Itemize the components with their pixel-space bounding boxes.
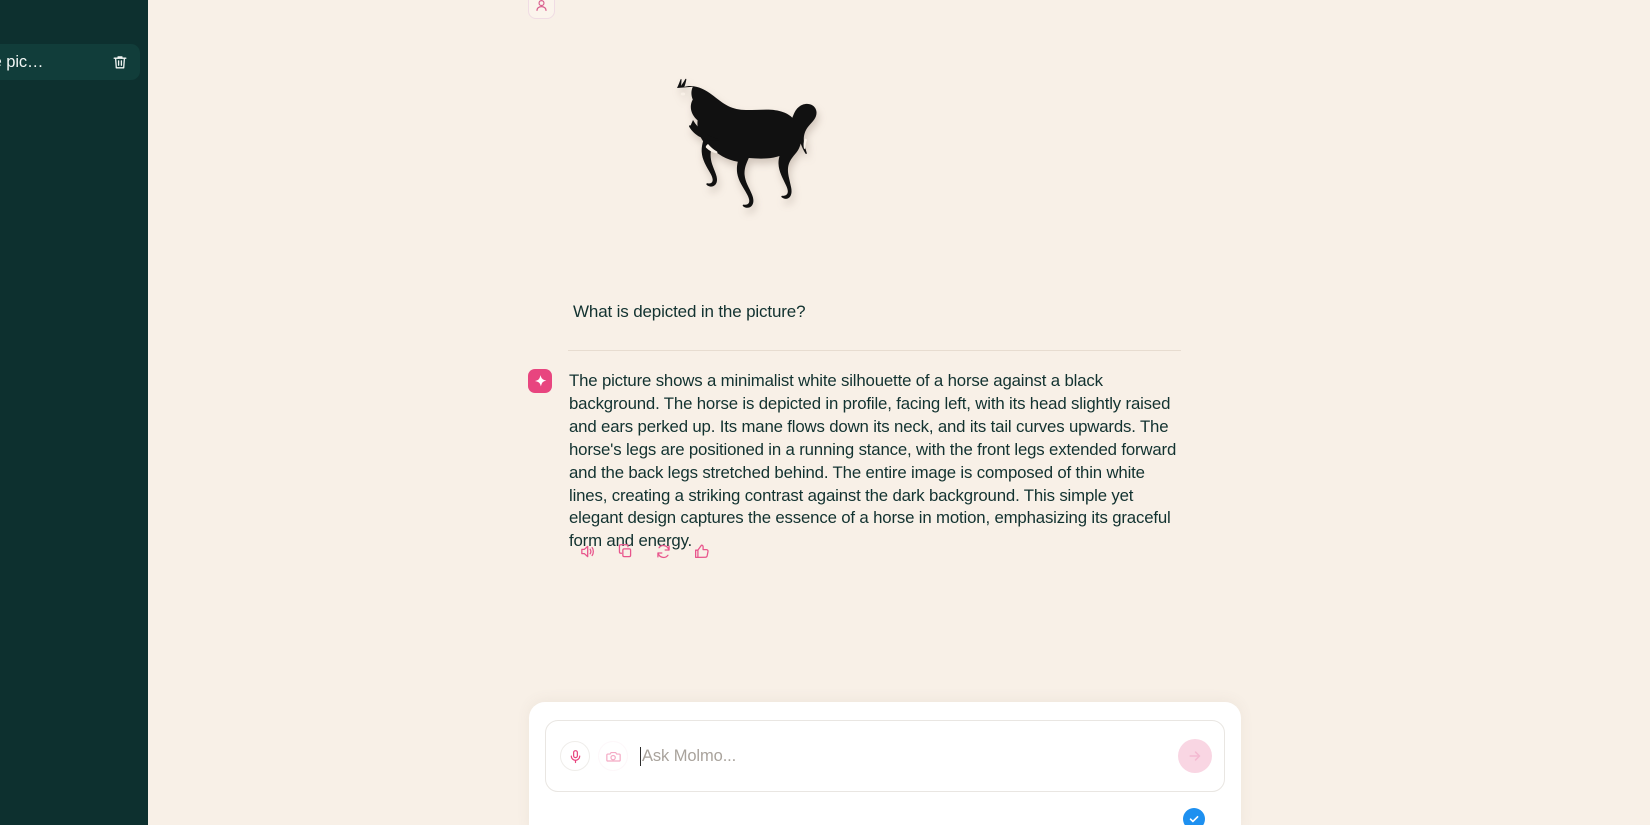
composer-text-area[interactable]: Ask Molmo... [636, 721, 1210, 791]
microphone-icon[interactable] [560, 741, 590, 771]
composer-input-shell[interactable]: Ask Molmo... [545, 720, 1225, 792]
person-icon [536, 0, 547, 11]
arrow-right-icon [1189, 751, 1201, 761]
camera-icon[interactable] [598, 741, 628, 771]
message-divider [568, 350, 1181, 351]
refresh-icon[interactable] [651, 539, 675, 563]
message-actions [575, 539, 713, 563]
sparkle-icon [534, 374, 546, 386]
check-icon [1189, 815, 1199, 823]
sidebar-chat-label: in the pic… [0, 52, 44, 71]
composer-panel: Ask Molmo... [529, 702, 1241, 825]
horse-silhouette-image [677, 78, 817, 208]
composer-placeholder: Ask Molmo... [642, 746, 737, 765]
user-avatar [528, 0, 555, 19]
speaker-icon[interactable] [575, 539, 599, 563]
main-content: What is depicted in the picture? The pic… [148, 0, 1650, 825]
assistant-avatar [528, 369, 552, 393]
text-cursor [640, 746, 641, 766]
thumbs-up-icon[interactable] [689, 539, 713, 563]
sidebar: in the pic… ? [0, 0, 148, 825]
sidebar-chat-item-0[interactable]: in the pic… [0, 44, 140, 80]
trash-icon[interactable] [110, 52, 130, 72]
attached-image[interactable] [653, 68, 853, 223]
assistant-message: The picture shows a minimalist white sil… [569, 371, 1177, 551]
copy-icon[interactable] [613, 539, 637, 563]
sidebar-chat-list: in the pic… ? [0, 0, 148, 126]
sidebar-chat-item-1[interactable]: ? [0, 90, 140, 126]
status-badge [1183, 808, 1205, 825]
user-message: What is depicted in the picture? [573, 302, 806, 321]
send-button[interactable] [1178, 739, 1212, 773]
